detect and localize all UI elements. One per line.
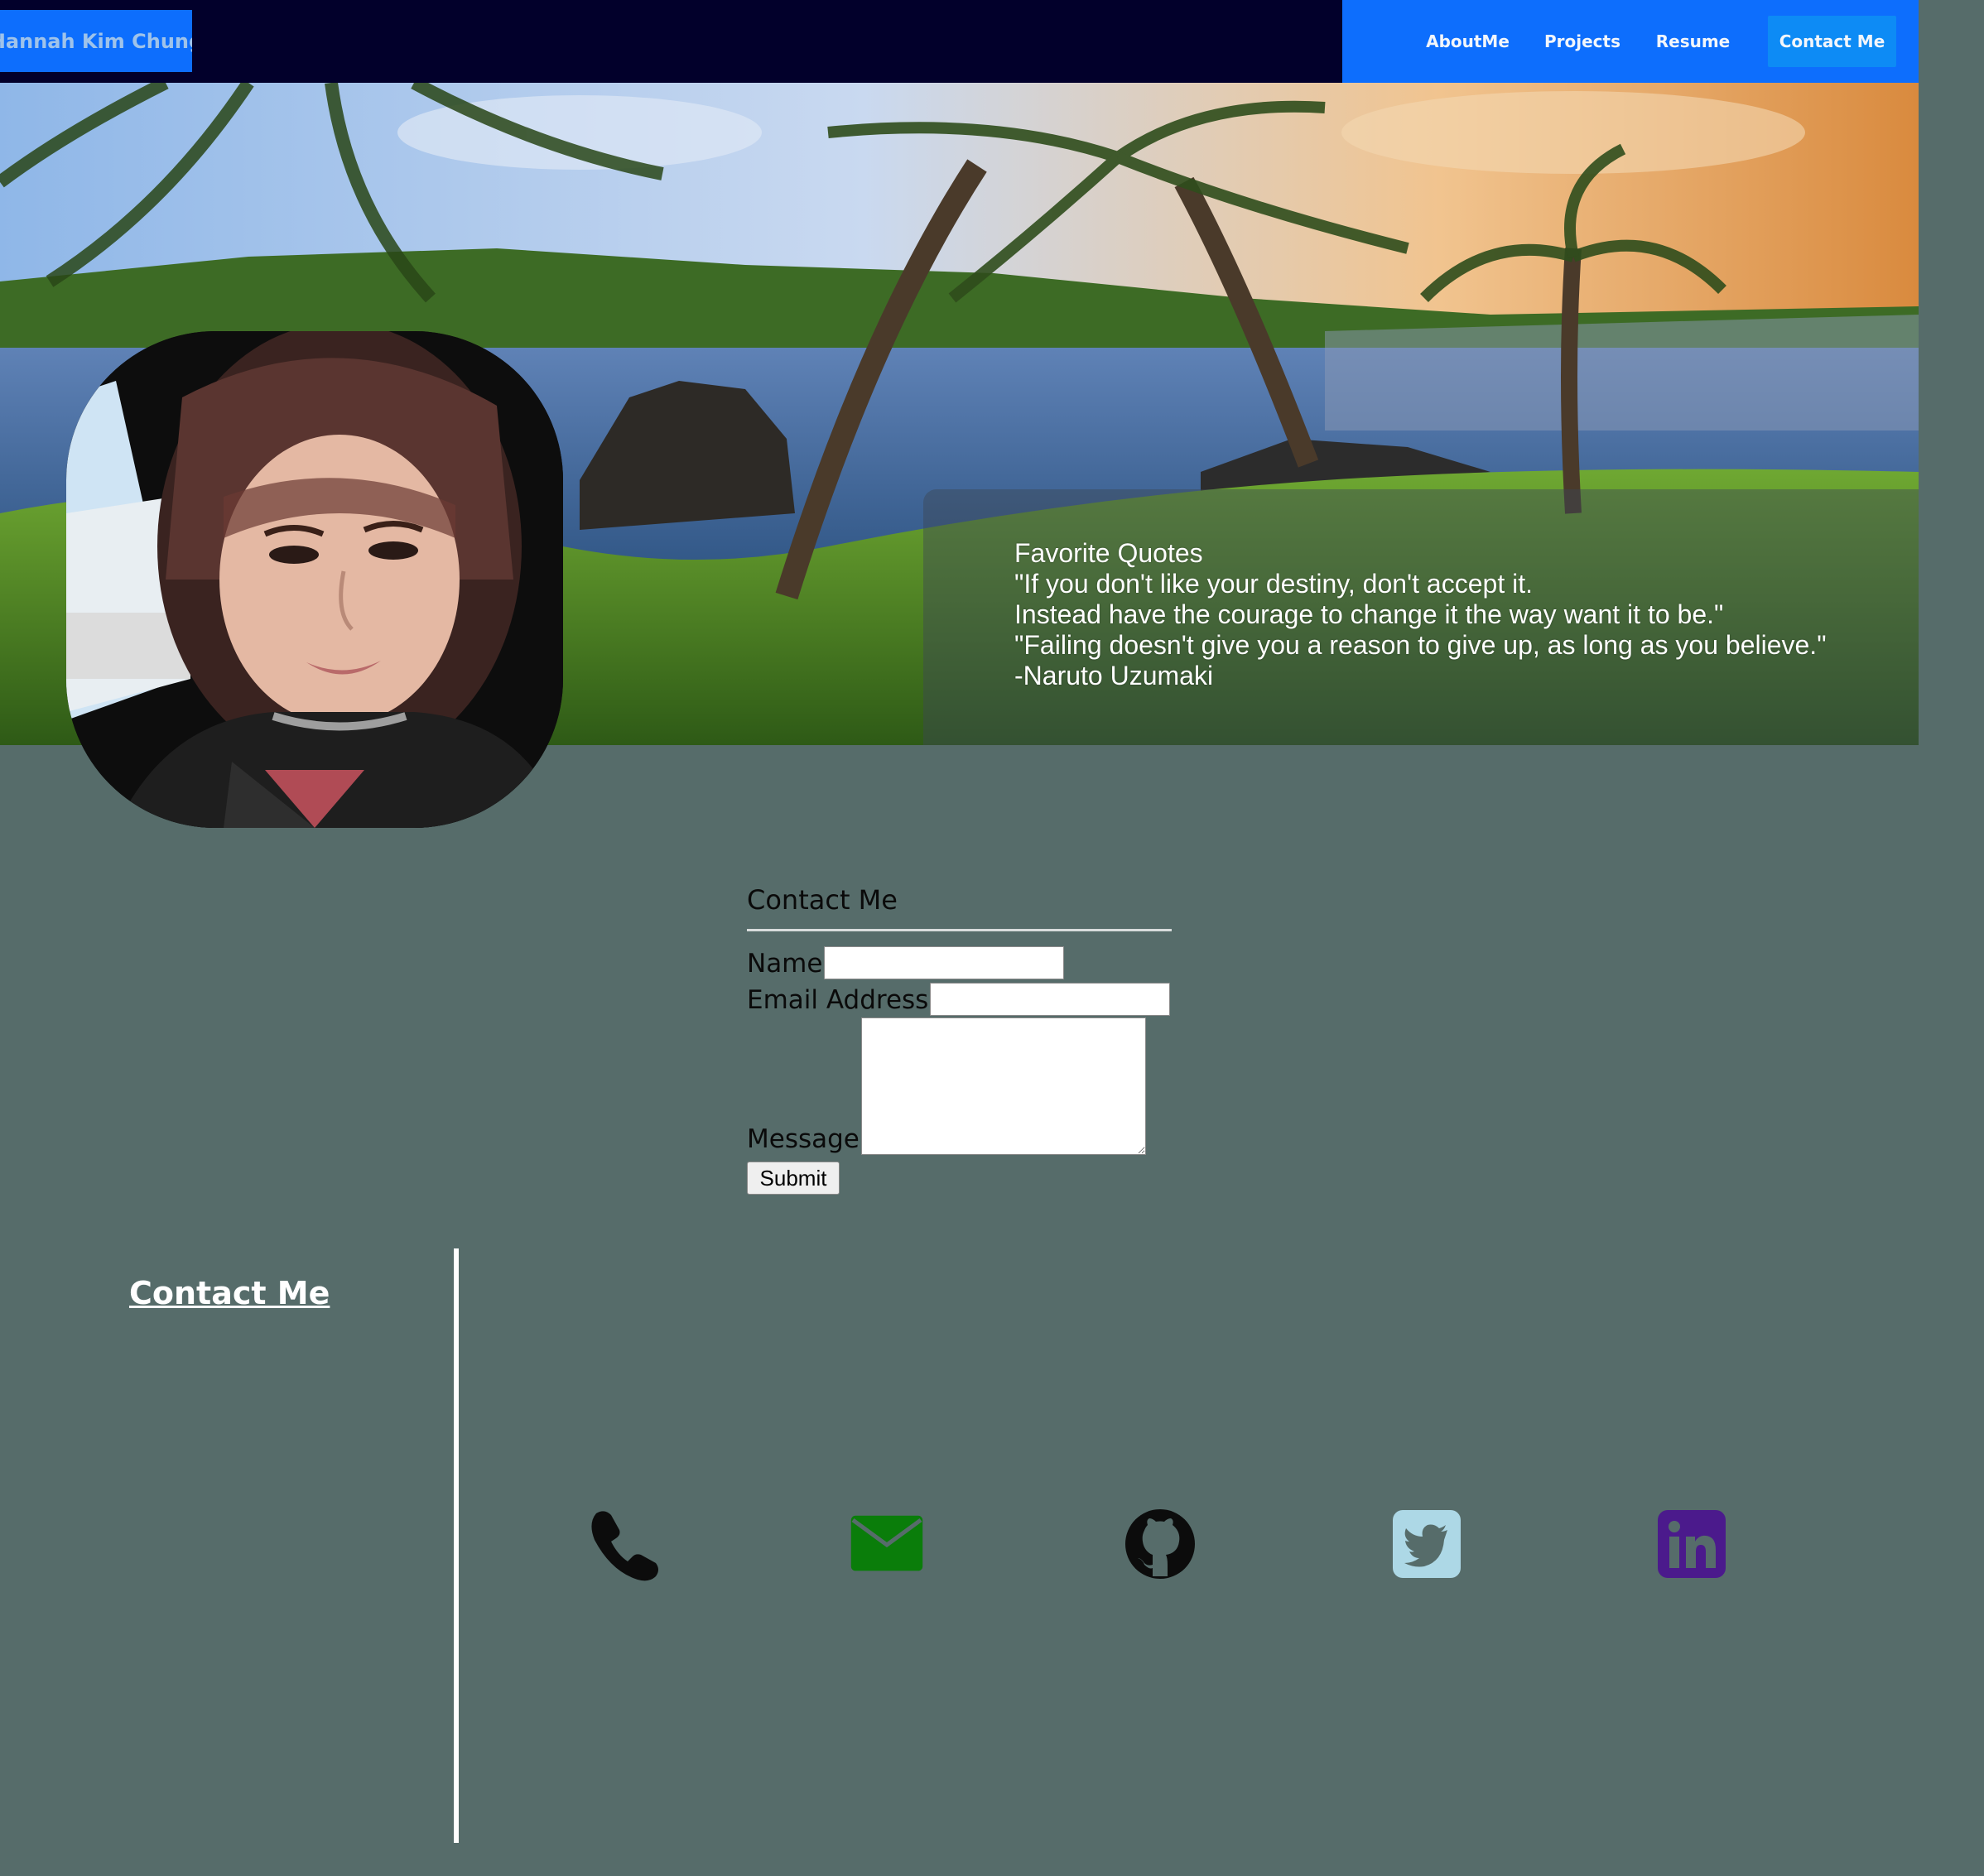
- footer-contact-title[interactable]: Contact Me: [129, 1275, 330, 1311]
- linkedin-icon[interactable]: [1654, 1507, 1729, 1581]
- quotes-heading: Favorite Quotes: [1014, 538, 1203, 568]
- nav-link-aboutme[interactable]: AboutMe: [1408, 16, 1528, 67]
- nav-link-projects[interactable]: Projects: [1529, 16, 1636, 67]
- form-title: Contact Me: [747, 884, 898, 916]
- twitter-icon[interactable]: [1389, 1507, 1464, 1581]
- vertical-divider: [454, 1248, 459, 1843]
- quote-author: -Naruto Uzumaki: [1014, 661, 1214, 690]
- nav-link-resume[interactable]: Resume: [1637, 16, 1749, 67]
- quote-line: Instead have the courage to change it th…: [1014, 599, 1724, 629]
- brand-link[interactable]: Hannah Kim Chung: [0, 10, 192, 72]
- name-label: Name: [747, 949, 823, 979]
- form-divider: [747, 929, 1172, 931]
- quote-line: "Failing doesn't give you a reason to gi…: [1014, 630, 1827, 660]
- profile-photo: [66, 331, 563, 828]
- contact-form: Contact Me Name Email Address Message Su…: [747, 884, 1172, 1195]
- message-textarea[interactable]: [860, 1017, 1146, 1155]
- submit-button[interactable]: Submit: [747, 1162, 840, 1195]
- github-icon[interactable]: [1123, 1507, 1197, 1581]
- name-row: Name: [747, 946, 1172, 979]
- email-label: Email Address: [747, 985, 929, 1015]
- message-row: Message: [747, 1017, 1172, 1155]
- phone-icon[interactable]: [586, 1507, 661, 1581]
- email-input[interactable]: [930, 983, 1171, 1016]
- favorite-quotes: Favorite Quotes "If you don't like your …: [1014, 538, 1827, 691]
- name-input[interactable]: [824, 946, 1065, 979]
- quote-line: "If you don't like your destiny, don't a…: [1014, 569, 1533, 599]
- email-row: Email Address: [747, 983, 1172, 1016]
- mail-icon[interactable]: [850, 1507, 924, 1581]
- nav-link-contact-me[interactable]: Contact Me: [1768, 16, 1896, 67]
- profile-photo-image: [66, 331, 563, 828]
- message-label: Message: [747, 1124, 860, 1154]
